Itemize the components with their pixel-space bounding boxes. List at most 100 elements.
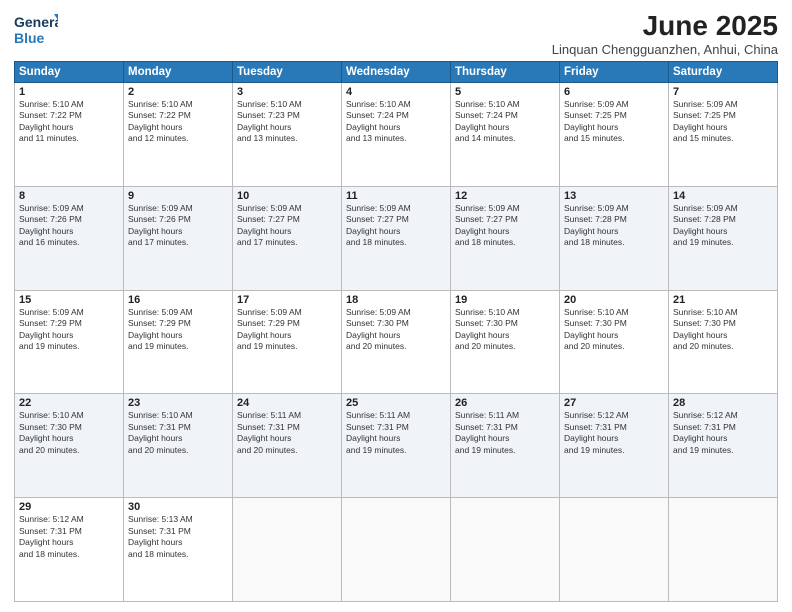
col-thursday: Thursday — [451, 62, 560, 83]
day-cell: 2 Sunrise: 5:10 AM Sunset: 7:22 PM Dayli… — [124, 83, 233, 187]
day-info: Sunrise: 5:09 AM Sunset: 7:29 PM Dayligh… — [19, 307, 119, 353]
title-block: June 2025 Linquan Chengguanzhen, Anhui, … — [552, 10, 778, 57]
day-info: Sunrise: 5:09 AM Sunset: 7:29 PM Dayligh… — [128, 307, 228, 353]
col-monday: Monday — [124, 62, 233, 83]
day-number: 25 — [346, 397, 446, 409]
day-info: Sunrise: 5:10 AM Sunset: 7:22 PM Dayligh… — [128, 99, 228, 145]
day-number: 9 — [128, 190, 228, 202]
day-number: 20 — [564, 294, 664, 306]
day-info: Sunrise: 5:10 AM Sunset: 7:30 PM Dayligh… — [564, 307, 664, 353]
day-cell: 23 Sunrise: 5:10 AM Sunset: 7:31 PM Dayl… — [124, 394, 233, 498]
day-cell: 12 Sunrise: 5:09 AM Sunset: 7:27 PM Dayl… — [451, 186, 560, 290]
day-info: Sunrise: 5:10 AM Sunset: 7:24 PM Dayligh… — [455, 99, 555, 145]
day-info: Sunrise: 5:10 AMSunset: 7:22 PMDaylight … — [19, 99, 119, 145]
day-number: 23 — [128, 397, 228, 409]
day-number: 26 — [455, 397, 555, 409]
empty-cell — [669, 498, 778, 602]
day-info: Sunrise: 5:09 AM Sunset: 7:30 PM Dayligh… — [346, 307, 446, 353]
col-friday: Friday — [560, 62, 669, 83]
day-info: Sunrise: 5:10 AM Sunset: 7:23 PM Dayligh… — [237, 99, 337, 145]
day-info: Sunrise: 5:10 AM Sunset: 7:30 PM Dayligh… — [19, 410, 119, 456]
col-saturday: Saturday — [669, 62, 778, 83]
day-number: 14 — [673, 190, 773, 202]
empty-cell — [560, 498, 669, 602]
day-cell: 19 Sunrise: 5:10 AM Sunset: 7:30 PM Dayl… — [451, 290, 560, 394]
day-cell: 1 Sunrise: 5:10 AMSunset: 7:22 PMDayligh… — [15, 83, 124, 187]
day-cell: 27 Sunrise: 5:12 AM Sunset: 7:31 PM Dayl… — [560, 394, 669, 498]
day-cell: 14 Sunrise: 5:09 AM Sunset: 7:28 PM Dayl… — [669, 186, 778, 290]
day-number: 29 — [19, 501, 119, 513]
day-cell: 9 Sunrise: 5:09 AM Sunset: 7:26 PM Dayli… — [124, 186, 233, 290]
day-number: 24 — [237, 397, 337, 409]
day-cell: 8 Sunrise: 5:09 AM Sunset: 7:26 PM Dayli… — [15, 186, 124, 290]
header: General Blue General Blue June 2025 Linq… — [14, 10, 778, 57]
day-number: 3 — [237, 86, 337, 98]
day-number: 13 — [564, 190, 664, 202]
col-tuesday: Tuesday — [233, 62, 342, 83]
week-row: 1 Sunrise: 5:10 AMSunset: 7:22 PMDayligh… — [15, 83, 778, 187]
day-cell: 15 Sunrise: 5:09 AM Sunset: 7:29 PM Dayl… — [15, 290, 124, 394]
day-info: Sunrise: 5:10 AM Sunset: 7:31 PM Dayligh… — [128, 410, 228, 456]
day-cell: 10 Sunrise: 5:09 AM Sunset: 7:27 PM Dayl… — [233, 186, 342, 290]
logo-svg: General Blue — [14, 10, 58, 50]
day-number: 21 — [673, 294, 773, 306]
empty-cell — [233, 498, 342, 602]
day-info: Sunrise: 5:11 AM Sunset: 7:31 PM Dayligh… — [346, 410, 446, 456]
day-info: Sunrise: 5:11 AM Sunset: 7:31 PM Dayligh… — [455, 410, 555, 456]
day-cell: 25 Sunrise: 5:11 AM Sunset: 7:31 PM Dayl… — [342, 394, 451, 498]
day-info: Sunrise: 5:10 AM Sunset: 7:30 PM Dayligh… — [673, 307, 773, 353]
day-number: 12 — [455, 190, 555, 202]
day-info: Sunrise: 5:09 AM Sunset: 7:27 PM Dayligh… — [346, 203, 446, 249]
day-number: 22 — [19, 397, 119, 409]
day-info: Sunrise: 5:09 AM Sunset: 7:28 PM Dayligh… — [673, 203, 773, 249]
day-number: 10 — [237, 190, 337, 202]
svg-text:General: General — [14, 14, 58, 30]
week-row: 29 Sunrise: 5:12 AM Sunset: 7:31 PM Dayl… — [15, 498, 778, 602]
day-info: Sunrise: 5:09 AM Sunset: 7:29 PM Dayligh… — [237, 307, 337, 353]
day-cell: 26 Sunrise: 5:11 AM Sunset: 7:31 PM Dayl… — [451, 394, 560, 498]
day-info: Sunrise: 5:13 AM Sunset: 7:31 PM Dayligh… — [128, 514, 228, 560]
day-cell: 17 Sunrise: 5:09 AM Sunset: 7:29 PM Dayl… — [233, 290, 342, 394]
day-cell: 24 Sunrise: 5:11 AM Sunset: 7:31 PM Dayl… — [233, 394, 342, 498]
day-cell: 4 Sunrise: 5:10 AM Sunset: 7:24 PM Dayli… — [342, 83, 451, 187]
day-info: Sunrise: 5:09 AM Sunset: 7:27 PM Dayligh… — [237, 203, 337, 249]
day-number: 30 — [128, 501, 228, 513]
day-cell: 16 Sunrise: 5:09 AM Sunset: 7:29 PM Dayl… — [124, 290, 233, 394]
day-cell: 30 Sunrise: 5:13 AM Sunset: 7:31 PM Dayl… — [124, 498, 233, 602]
calendar-title: June 2025 — [552, 10, 778, 42]
day-info: Sunrise: 5:10 AM Sunset: 7:30 PM Dayligh… — [455, 307, 555, 353]
day-info: Sunrise: 5:09 AM Sunset: 7:26 PM Dayligh… — [128, 203, 228, 249]
day-number: 16 — [128, 294, 228, 306]
day-number: 11 — [346, 190, 446, 202]
week-row: 15 Sunrise: 5:09 AM Sunset: 7:29 PM Dayl… — [15, 290, 778, 394]
day-cell: 13 Sunrise: 5:09 AM Sunset: 7:28 PM Dayl… — [560, 186, 669, 290]
col-sunday: Sunday — [15, 62, 124, 83]
empty-cell — [342, 498, 451, 602]
day-number: 18 — [346, 294, 446, 306]
day-info: Sunrise: 5:12 AM Sunset: 7:31 PM Dayligh… — [19, 514, 119, 560]
day-number: 6 — [564, 86, 664, 98]
day-number: 17 — [237, 294, 337, 306]
day-number: 28 — [673, 397, 773, 409]
header-row: Sunday Monday Tuesday Wednesday Thursday… — [15, 62, 778, 83]
day-cell: 6 Sunrise: 5:09 AM Sunset: 7:25 PM Dayli… — [560, 83, 669, 187]
page: General Blue General Blue June 2025 Linq… — [0, 0, 792, 612]
day-cell: 11 Sunrise: 5:09 AM Sunset: 7:27 PM Dayl… — [342, 186, 451, 290]
svg-text:Blue: Blue — [14, 30, 45, 46]
day-number: 2 — [128, 86, 228, 98]
day-number: 15 — [19, 294, 119, 306]
empty-cell — [451, 498, 560, 602]
day-info: Sunrise: 5:09 AM Sunset: 7:25 PM Dayligh… — [673, 99, 773, 145]
day-cell: 5 Sunrise: 5:10 AM Sunset: 7:24 PM Dayli… — [451, 83, 560, 187]
day-number: 1 — [19, 86, 119, 98]
day-info: Sunrise: 5:11 AM Sunset: 7:31 PM Dayligh… — [237, 410, 337, 456]
day-info: Sunrise: 5:10 AM Sunset: 7:24 PM Dayligh… — [346, 99, 446, 145]
day-cell: 22 Sunrise: 5:10 AM Sunset: 7:30 PM Dayl… — [15, 394, 124, 498]
calendar-subtitle: Linquan Chengguanzhen, Anhui, China — [552, 42, 778, 57]
day-cell: 3 Sunrise: 5:10 AM Sunset: 7:23 PM Dayli… — [233, 83, 342, 187]
week-row: 22 Sunrise: 5:10 AM Sunset: 7:30 PM Dayl… — [15, 394, 778, 498]
day-number: 4 — [346, 86, 446, 98]
logo: General Blue — [14, 10, 58, 50]
day-info: Sunrise: 5:12 AM Sunset: 7:31 PM Dayligh… — [564, 410, 664, 456]
day-number: 27 — [564, 397, 664, 409]
